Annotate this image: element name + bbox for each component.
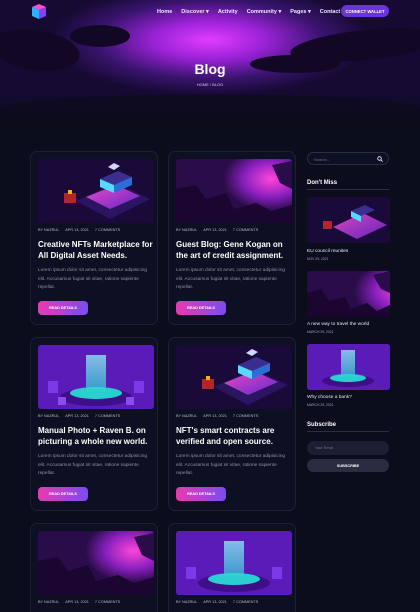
nav-contact[interactable]: Contact <box>320 9 340 15</box>
blog-card: BY NAZRUL APR 13, 2021 7 COMMENTS <box>168 523 296 612</box>
post-meta: BY NAZRUL APR 13, 2021 7 COMMENTS <box>176 228 259 232</box>
post-meta: BY NAZRUL APR 13, 2021 7 COMMENTS <box>38 414 121 418</box>
connect-wallet-button[interactable]: CONNECT WALLET <box>341 5 389 17</box>
blog-card: BY NAZRUL APR 13, 2021 7 COMMENTS Creative… <box>30 151 158 325</box>
nav-pages[interactable]: Pages ▾ <box>290 9 311 15</box>
post-meta: BY NAZRUL APR 13, 2021 7 COMMENTS <box>38 228 121 232</box>
sidebar-thumb[interactable] <box>307 344 390 390</box>
read-details-button[interactable]: READ DETAILS <box>176 301 226 315</box>
search-box <box>307 152 389 165</box>
nav-discover[interactable]: Discover ▾ <box>181 9 209 15</box>
read-details-button[interactable]: READ DETAILS <box>38 301 88 315</box>
post-meta: BY NAZRUL APR 13, 2021 7 COMMENTS <box>38 600 121 604</box>
subscribe-button[interactable]: SUBSCRIBE <box>307 459 389 472</box>
email-field-wrapper <box>307 441 389 455</box>
search-icon[interactable] <box>377 156 383 162</box>
post-excerpt: Lorem ipsum dolor sit amet, consectetur … <box>38 268 148 290</box>
logo[interactable] <box>30 4 48 20</box>
post-title[interactable]: Guest Blog: Gene Kogan on the art of cre… <box>176 239 293 261</box>
divider <box>307 431 389 432</box>
hero-banner: Home Discover ▾ Activity Community ▾ Pag… <box>0 0 420 122</box>
nav-activity[interactable]: Activity <box>218 9 238 15</box>
read-details-button[interactable]: READ DETAILS <box>38 487 88 501</box>
post-meta: BY NAZRUL APR 13, 2021 7 COMMENTS <box>176 414 259 418</box>
read-details-button[interactable]: READ DETAILS <box>176 487 226 501</box>
post-meta: BY NAZRUL APR 13, 2021 7 COMMENTS <box>176 600 259 604</box>
main-nav: Home Discover ▾ Activity Community ▾ Pag… <box>157 9 340 15</box>
card-image[interactable] <box>38 345 154 409</box>
sidebar-thumb[interactable] <box>307 271 390 317</box>
sidebar-post-title[interactable]: A new way to travel the world <box>307 322 369 327</box>
page-title: Blog <box>194 61 226 77</box>
card-image[interactable] <box>38 531 154 595</box>
post-excerpt: Lorem ipsum dolor sit amet, consectetur … <box>176 268 286 290</box>
nav-community[interactable]: Community ▾ <box>247 9 282 15</box>
nav-home[interactable]: Home <box>157 9 172 15</box>
post-title[interactable]: Creative NFTs Marketplace for All Digita… <box>38 239 155 261</box>
sidebar-post-date: NOV 29, 2021 <box>307 257 329 261</box>
breadcrumb: HOME / BLOG <box>196 82 224 87</box>
card-image[interactable] <box>176 345 292 409</box>
sidebar-post-title[interactable]: Why choose a bank? <box>307 395 352 400</box>
post-title[interactable]: Manual Photo + Raven B. on picturing a w… <box>38 425 155 447</box>
post-title[interactable]: NFT's smart contracts are verified and o… <box>176 425 293 447</box>
blog-card: BY NAZRUL APR 13, 2021 7 COMMENTS Manual P… <box>30 337 158 511</box>
post-excerpt: Lorem ipsum dolor sit amet, consectetur … <box>176 454 286 476</box>
blog-card: BY NAZRUL APR 13, 2021 7 COMMENTS <box>30 523 158 612</box>
card-image[interactable] <box>176 159 292 223</box>
email-field[interactable] <box>315 444 381 452</box>
search-input[interactable] <box>314 155 374 163</box>
card-image[interactable] <box>38 159 154 223</box>
subscribe-heading: Subscribe <box>307 422 337 428</box>
sidebar-post-date: MARCH 29, 2021 <box>307 403 334 407</box>
dont-miss-heading: Don't Miss <box>307 180 338 186</box>
blog-card: BY NAZRUL APR 13, 2021 7 COMMENTS NFT's sm… <box>168 337 296 511</box>
post-excerpt: Lorem ipsum dolor sit amet, consectetur … <box>38 454 148 476</box>
card-image[interactable] <box>176 531 292 595</box>
divider <box>307 189 389 190</box>
blog-card: BY NAZRUL APR 13, 2021 7 COMMENTS Guest Bl… <box>168 151 296 325</box>
sidebar-post-date: MARCH 29, 2021 <box>307 330 334 334</box>
sidebar-post-title[interactable]: EU council reunites <box>307 249 348 254</box>
sidebar-thumb[interactable] <box>307 197 390 243</box>
